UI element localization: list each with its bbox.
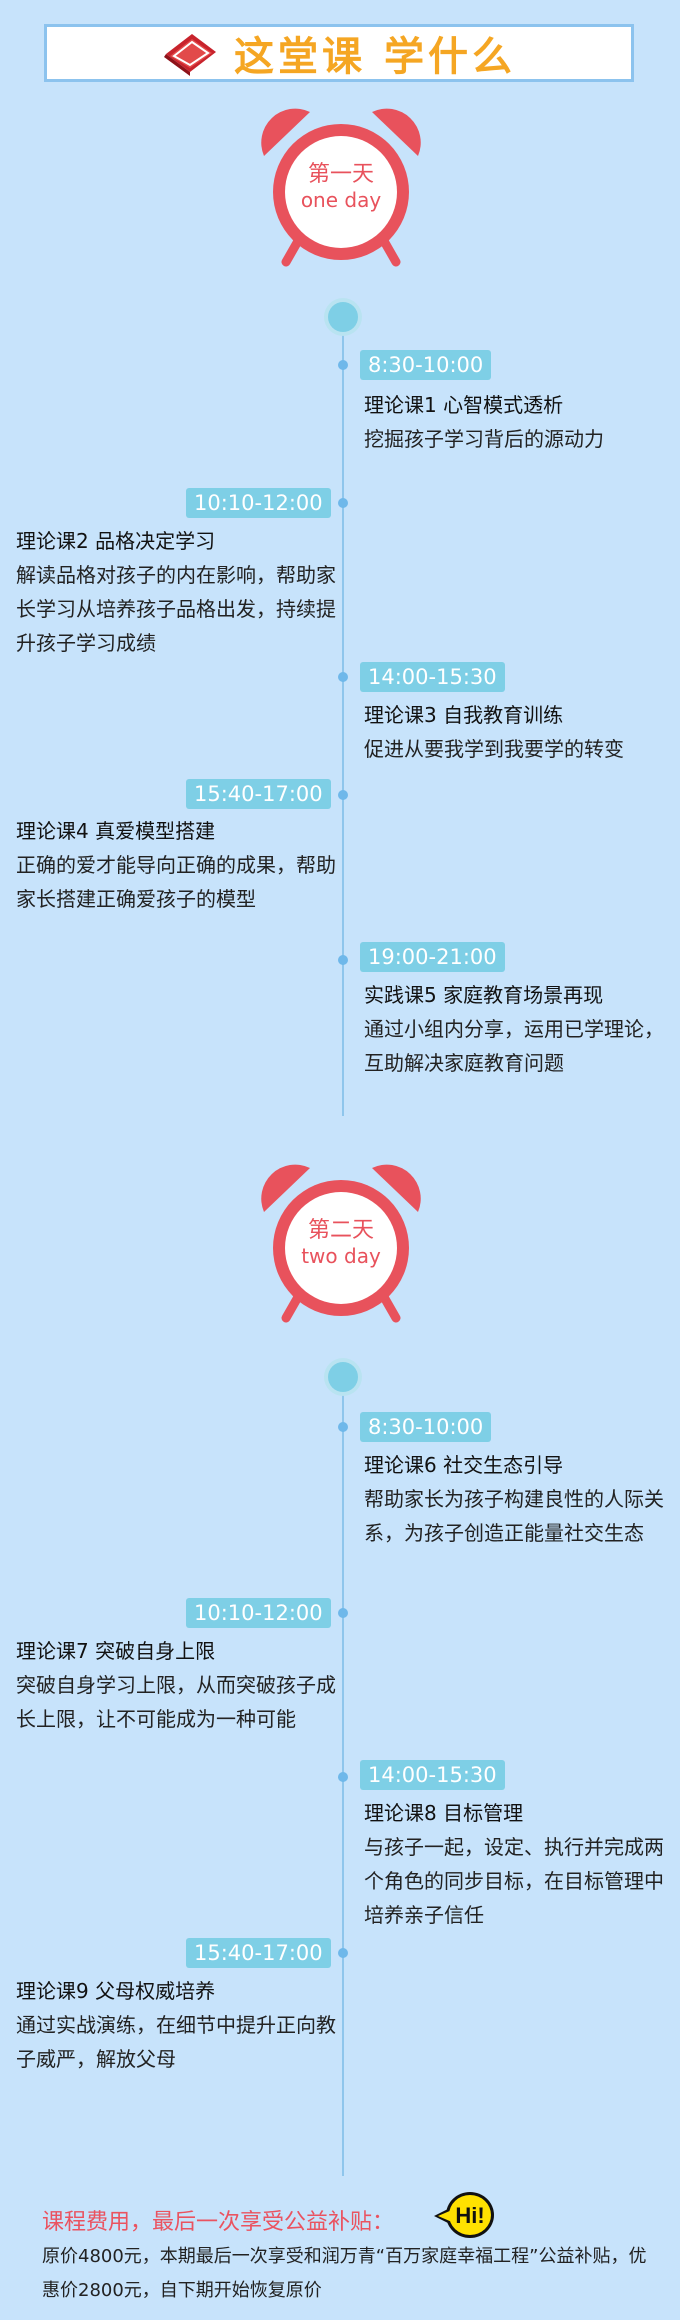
- time-badge: 19:00-21:00: [360, 942, 505, 972]
- time-badge: 15:40-17:00: [186, 1938, 331, 1968]
- header-title: 这堂课 学什么: [234, 34, 516, 80]
- day1-timeline-start-dot: [328, 302, 358, 332]
- fee-title: 课程费用，最后一次享受公益补贴：: [42, 2210, 395, 2235]
- lesson-title: 理论课2 品格决定学习: [16, 529, 216, 553]
- day1-label-cn: 第一天: [307, 162, 374, 187]
- lesson-desc: 挖掘孩子学习背后的源动力: [364, 427, 604, 451]
- time-badge: 10:10-12:00: [186, 488, 331, 518]
- lesson-entry: 理论课6 社交生态引导 帮助家长为孩子构建良性的人际关系，为孩子创造正能量社交生…: [364, 1448, 674, 1550]
- lesson-entry: 实践课5 家庭教育场景再现 通过小组内分享，运用已学理论，互助解决家庭教育问题: [364, 978, 674, 1080]
- timeline-dot: [338, 672, 348, 682]
- timeline-dot: [338, 790, 348, 800]
- timeline-dot: [338, 498, 348, 508]
- lesson-desc: 解读品格对孩子的内在影响，帮助家长学习从培养孩子品格出发，持续提升孩子学习成绩: [16, 563, 336, 655]
- book-icon: [164, 34, 217, 76]
- header-banner: 这堂课 学什么: [44, 24, 634, 82]
- day2-timeline-start-dot: [328, 1362, 358, 1392]
- time-badge: 10:10-12:00: [186, 1598, 331, 1628]
- day1-timeline: [342, 316, 344, 1116]
- day2-label-en: two day: [301, 1244, 381, 1268]
- timeline-dot: [338, 1772, 348, 1782]
- lesson-entry: 理论课8 目标管理 与孩子一起，设定、执行并完成两个角色的同步目标，在目标管理中…: [364, 1796, 674, 1932]
- lesson-desc: 通过实战演练，在细节中提升正向教子威严，解放父母: [16, 2013, 336, 2071]
- time-badge: 8:30-10:00: [360, 1412, 492, 1442]
- day2-label-cn: 第二天: [307, 1218, 374, 1243]
- lesson-title: 理论课8 目标管理: [364, 1801, 524, 1825]
- lesson-entry: 理论课1 心智模式透析 挖掘孩子学习背后的源动力: [364, 388, 674, 456]
- fee-description: 原价4800元，本期最后一次享受和润万青“百万家庭幸福工程”公益补贴，优惠价28…: [42, 2246, 647, 2301]
- lesson-desc: 促进从要我学到我要学的转变: [364, 737, 624, 761]
- time-badge: 8:30-10:00: [360, 350, 492, 380]
- lesson-entry: 理论课3 自我教育训练 促进从要我学到我要学的转变: [364, 698, 674, 766]
- lesson-title: 实践课5 家庭教育场景再现: [364, 983, 604, 1007]
- lesson-title: 理论课9 父母权威培养: [16, 1979, 216, 2003]
- lesson-desc: 通过小组内分享，运用已学理论，互助解决家庭教育问题: [364, 1017, 664, 1075]
- lesson-desc: 正确的爱才能导向正确的成果，帮助家长搭建正确爱孩子的模型: [16, 853, 336, 911]
- day2-clock-icon: 第二天 two day: [258, 1160, 424, 1328]
- lesson-entry: 理论课7 突破自身上限 突破自身学习上限，从而突破孩子成长上限，让不可能成为一种…: [16, 1634, 336, 1736]
- lesson-title: 理论课4 真爱模型搭建: [16, 819, 216, 843]
- timeline-dot: [338, 1608, 348, 1618]
- lesson-desc: 突破自身学习上限，从而突破孩子成长上限，让不可能成为一种可能: [16, 1673, 336, 1731]
- day1-label-en: one day: [300, 188, 382, 212]
- hi-text: Hi!: [455, 2203, 484, 2228]
- lesson-desc: 帮助家长为孩子构建良性的人际关系，为孩子创造正能量社交生态: [364, 1487, 664, 1545]
- time-badge: 15:40-17:00: [186, 779, 331, 809]
- day1-clock-icon: 第一天 one day: [258, 104, 424, 272]
- lesson-entry: 理论课2 品格决定学习 解读品格对孩子的内在影响，帮助家长学习从培养孩子品格出发…: [16, 524, 336, 660]
- timeline-dot: [338, 955, 348, 965]
- timeline-dot: [338, 360, 348, 370]
- lesson-desc: 与孩子一起，设定、执行并完成两个角色的同步目标，在目标管理中培养亲子信任: [364, 1835, 664, 1927]
- lesson-title: 理论课6 社交生态引导: [364, 1453, 564, 1477]
- lesson-title: 理论课1 心智模式透析: [364, 393, 564, 417]
- lesson-title: 理论课7 突破自身上限: [16, 1639, 216, 1663]
- hi-speech-bubble-icon: Hi!: [430, 2190, 496, 2240]
- time-badge: 14:00-15:30: [360, 1760, 505, 1790]
- timeline-dot: [338, 1422, 348, 1432]
- lesson-entry: 理论课9 父母权威培养 通过实战演练，在细节中提升正向教子威严，解放父母: [16, 1974, 336, 2076]
- timeline-dot: [338, 1948, 348, 1958]
- lesson-entry: 理论课4 真爱模型搭建 正确的爱才能导向正确的成果，帮助家长搭建正确爱孩子的模型: [16, 814, 336, 916]
- lesson-title: 理论课3 自我教育训练: [364, 703, 564, 727]
- time-badge: 14:00-15:30: [360, 662, 505, 692]
